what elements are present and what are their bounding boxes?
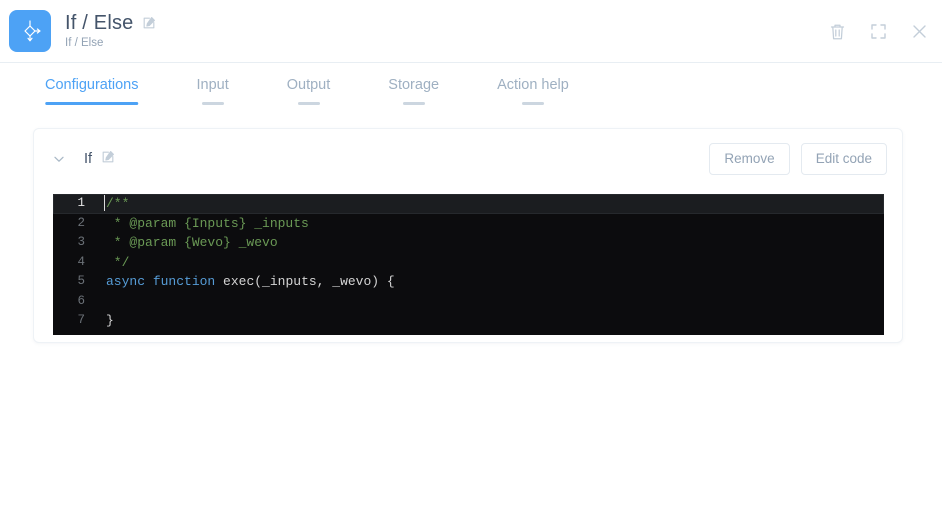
code-comment: /** (106, 196, 129, 211)
edit-pencil-icon[interactable] (101, 150, 115, 169)
tab-active-underline (45, 102, 139, 105)
code-line[interactable]: 7 } (53, 311, 884, 331)
code-content: * @param {Wevo} _wevo (96, 233, 278, 253)
code-keyword: async (106, 274, 145, 289)
trash-icon[interactable] (828, 23, 846, 41)
header-actions (828, 0, 928, 63)
tab-bar: Configurations Input Output Storage Acti… (0, 63, 942, 109)
tab-storage[interactable]: Storage (388, 63, 439, 93)
tab-input[interactable]: Input (197, 63, 229, 93)
tab-configurations[interactable]: Configurations (45, 63, 139, 93)
code-editor[interactable]: 1 /** 2 * @param {Inputs} _inputs 3 * @p… (53, 194, 884, 335)
tab-label: Action help (497, 77, 569, 93)
tab-output[interactable]: Output (287, 63, 331, 93)
card-header: If Remove Edit code (34, 129, 902, 189)
tab-label: Output (287, 77, 331, 93)
tab-underline (522, 102, 544, 105)
tab-underline (298, 102, 320, 105)
line-number: 1 (53, 194, 96, 214)
chevron-down-icon[interactable] (53, 153, 65, 165)
code-comment: * @param {Wevo} _wevo (106, 235, 278, 250)
decision-branch-icon (9, 10, 51, 52)
line-number: 7 (53, 311, 96, 331)
tab-underline (403, 102, 425, 105)
code-line[interactable]: 2 * @param {Inputs} _inputs (53, 214, 884, 234)
edit-code-button[interactable]: Edit code (801, 143, 887, 175)
code-line[interactable]: 4 */ (53, 253, 884, 273)
code-line[interactable]: 6 (53, 292, 884, 312)
code-plain: } (106, 313, 114, 328)
code-content: */ (96, 253, 129, 273)
page-title: If / Else (65, 12, 134, 34)
tab-underline (202, 102, 224, 105)
tab-label: Input (197, 77, 229, 93)
tab-label: Configurations (45, 77, 139, 93)
line-number: 6 (53, 292, 96, 312)
code-content: /** (96, 194, 129, 214)
line-number: 3 (53, 233, 96, 253)
code-comment: * @param {Inputs} _inputs (106, 216, 309, 231)
code-line[interactable]: 3 * @param {Wevo} _wevo (53, 233, 884, 253)
page-subtitle: If / Else (65, 37, 156, 50)
code-content: async function exec(_inputs, _wevo) { (96, 272, 395, 292)
code-content: * @param {Inputs} _inputs (96, 214, 309, 234)
code-plain: exec(_inputs, _wevo) { (215, 274, 394, 289)
line-number: 4 (53, 253, 96, 273)
if-block-card: If Remove Edit code 1 /** 2 * @param {In… (33, 128, 903, 343)
card-title: If (84, 151, 92, 167)
code-content: } (96, 311, 114, 331)
code-comment: */ (106, 255, 129, 270)
code-keyword: function (153, 274, 215, 289)
remove-button[interactable]: Remove (709, 143, 789, 175)
app-header: If / Else If / Else (0, 0, 942, 63)
edit-pencil-icon[interactable] (142, 16, 156, 30)
tab-action-help[interactable]: Action help (497, 63, 569, 93)
close-icon[interactable] (910, 23, 928, 41)
tab-label: Storage (388, 77, 439, 93)
title-row: If / Else (65, 12, 156, 34)
code-line[interactable]: 5 async function exec(_inputs, _wevo) { (53, 272, 884, 292)
code-line[interactable]: 1 /** (53, 194, 884, 214)
line-number: 2 (53, 214, 96, 234)
line-number: 5 (53, 272, 96, 292)
header-title-block: If / Else If / Else (65, 12, 156, 50)
expand-icon[interactable] (869, 23, 887, 41)
